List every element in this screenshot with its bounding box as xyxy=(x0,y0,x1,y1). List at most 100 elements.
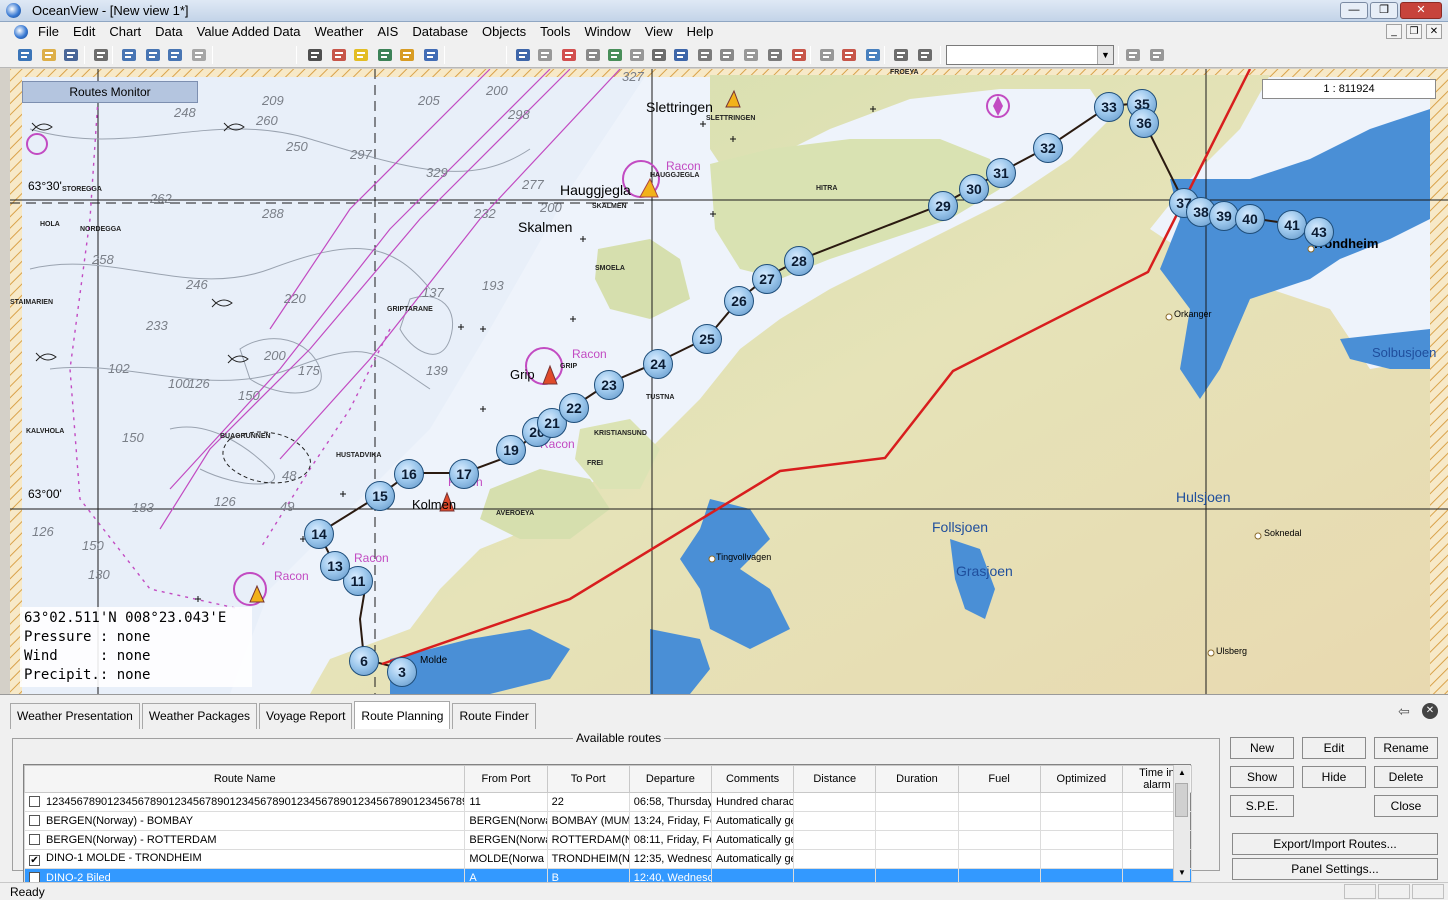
scroll-thumb[interactable] xyxy=(1175,783,1188,817)
crop-icon[interactable] xyxy=(584,46,602,64)
tools-icon[interactable] xyxy=(1148,46,1166,64)
mdi-close-button[interactable]: ✕ xyxy=(1426,24,1442,39)
chevron-down-icon[interactable]: ▼ xyxy=(1097,46,1113,64)
route-checkbox[interactable] xyxy=(29,834,40,845)
chart-icon[interactable] xyxy=(606,46,624,64)
alarm-icon[interactable] xyxy=(766,46,784,64)
waypoint-marker[interactable]: 6 xyxy=(349,646,379,676)
flag-icon[interactable] xyxy=(790,46,808,64)
column-header[interactable]: Optimized xyxy=(1039,765,1123,793)
waypoint-marker[interactable]: 24 xyxy=(643,349,673,379)
column-header[interactable]: Departure xyxy=(628,765,712,793)
measure-icon[interactable] xyxy=(306,46,324,64)
hide-route-button[interactable]: Hide xyxy=(1302,766,1366,788)
waypoint-marker[interactable]: 40 xyxy=(1235,204,1265,234)
panel-settings-button[interactable]: Panel Settings... xyxy=(1232,858,1438,880)
table-row[interactable]: ✔ DINO-1 MOLDE - TRONDHEIM MOLDE(Norwa TRON… xyxy=(23,849,1193,869)
document-icon[interactable] xyxy=(14,25,28,39)
tab-voyage-report[interactable]: Voyage Report xyxy=(259,703,353,729)
print-icon[interactable] xyxy=(92,46,110,64)
undo-icon[interactable] xyxy=(166,46,184,64)
menu-data[interactable]: Data xyxy=(155,24,182,39)
waypoint-marker[interactable]: 19 xyxy=(496,435,526,465)
table-row[interactable]: BERGEN(Norway) - BOMBAY BERGEN(Norwa BOMBA… xyxy=(23,811,1193,831)
download-icon[interactable] xyxy=(514,46,532,64)
new-route-button[interactable]: New xyxy=(1230,737,1294,759)
menu-weather[interactable]: Weather xyxy=(314,24,363,39)
menu-view[interactable]: View xyxy=(645,24,673,39)
table-icon[interactable] xyxy=(696,46,714,64)
close-button[interactable]: Close xyxy=(1374,795,1438,817)
delete-route-button[interactable]: Delete xyxy=(1374,766,1438,788)
camera-icon[interactable] xyxy=(818,46,836,64)
waypoint-marker[interactable]: 29 xyxy=(928,191,958,221)
waypoint-marker[interactable]: 14 xyxy=(304,519,334,549)
export-import-routes-button[interactable]: Export/Import Routes... xyxy=(1232,833,1438,855)
close-panel-icon[interactable]: ✕ xyxy=(1422,703,1438,719)
tab-route-finder[interactable]: Route Finder xyxy=(452,703,536,729)
column-header[interactable]: Route Name xyxy=(23,765,466,793)
rename-route-button[interactable]: Rename xyxy=(1374,737,1438,759)
waypoint-marker[interactable]: 32 xyxy=(1033,133,1063,163)
close-window-button[interactable]: ✕ xyxy=(1400,2,1442,19)
waypoint-marker[interactable]: 33 xyxy=(1094,92,1124,122)
menu-tools[interactable]: Tools xyxy=(540,24,570,39)
route-checkbox[interactable] xyxy=(29,815,40,826)
anchor-icon[interactable] xyxy=(398,46,416,64)
column-header[interactable]: Duration xyxy=(875,765,959,793)
waypoint-marker[interactable]: 31 xyxy=(986,158,1016,188)
column-header[interactable]: From Port xyxy=(464,765,548,793)
settings-icon[interactable] xyxy=(1124,46,1142,64)
menu-value-added-data[interactable]: Value Added Data xyxy=(197,24,301,39)
pin-icon[interactable]: ⇦ xyxy=(1396,703,1412,719)
scroll-down-icon[interactable]: ▼ xyxy=(1174,865,1190,881)
tab-weather-packages[interactable]: Weather Packages xyxy=(141,703,258,729)
waypoint-marker[interactable]: 30 xyxy=(959,174,989,204)
barometer-icon[interactable] xyxy=(672,46,690,64)
swap-icon[interactable] xyxy=(560,46,578,64)
table-scrollbar[interactable]: ▲ ▼ xyxy=(1173,765,1190,881)
menu-window[interactable]: Window xyxy=(584,24,630,39)
menu-objects[interactable]: Objects xyxy=(482,24,526,39)
waypoint-marker[interactable]: 36 xyxy=(1129,108,1159,138)
grid-icon[interactable] xyxy=(376,46,394,64)
spe-button[interactable]: S.P.E. xyxy=(1230,795,1294,817)
menu-edit[interactable]: Edit xyxy=(73,24,95,39)
globe-icon[interactable] xyxy=(16,46,34,64)
mdi-minimize-button[interactable]: _ xyxy=(1386,24,1402,39)
pdf-icon[interactable] xyxy=(840,46,858,64)
minimize-button[interactable]: — xyxy=(1340,2,1368,19)
zoom-in-icon[interactable] xyxy=(120,46,138,64)
table-row[interactable]: BERGEN(Norway) - ROTTERDAM BERGEN(Norwa RO… xyxy=(23,830,1193,850)
waypoint-marker[interactable]: 41 xyxy=(1277,210,1307,240)
redo-icon[interactable] xyxy=(190,46,208,64)
waypoint-marker[interactable]: 23 xyxy=(594,370,624,400)
scale-display[interactable]: 1 : 811924 xyxy=(1262,79,1436,99)
column-header[interactable]: Fuel xyxy=(957,765,1041,793)
waypoint-marker[interactable]: 3 xyxy=(387,657,417,687)
maximize-button[interactable]: ❐ xyxy=(1370,2,1398,19)
edit-route-button[interactable]: Edit xyxy=(1302,737,1366,759)
chart-view[interactable]: Routes Monitor 1 : 811924 Slettringen Hau… xyxy=(10,69,1448,694)
tab-weather-presentation[interactable]: Weather Presentation xyxy=(10,703,140,729)
notes-icon[interactable] xyxy=(916,46,934,64)
save-icon[interactable] xyxy=(62,46,80,64)
routes-monitor-button[interactable]: Routes Monitor xyxy=(22,81,198,103)
forward-icon[interactable] xyxy=(864,46,882,64)
column-header[interactable]: Comments xyxy=(710,765,795,793)
ship-icon[interactable] xyxy=(628,46,646,64)
layers-icon[interactable] xyxy=(330,46,348,64)
tab-route-planning[interactable]: Route Planning xyxy=(354,701,451,729)
waypoint-marker[interactable]: 17 xyxy=(449,459,479,489)
waypoint-marker[interactable]: 28 xyxy=(784,246,814,276)
open-folder-icon[interactable] xyxy=(40,46,58,64)
table-row[interactable]: 1234567890123456789012345678901234567890… xyxy=(23,792,1193,812)
column-header[interactable]: Distance xyxy=(793,765,877,793)
waypoint-marker[interactable]: 13 xyxy=(320,551,350,581)
edit-icon[interactable] xyxy=(352,46,370,64)
wave-icon[interactable] xyxy=(650,46,668,64)
waypoint-marker[interactable]: 22 xyxy=(559,393,589,423)
route-icon[interactable] xyxy=(536,46,554,64)
menu-database[interactable]: Database xyxy=(412,24,468,39)
export-icon[interactable] xyxy=(742,46,760,64)
